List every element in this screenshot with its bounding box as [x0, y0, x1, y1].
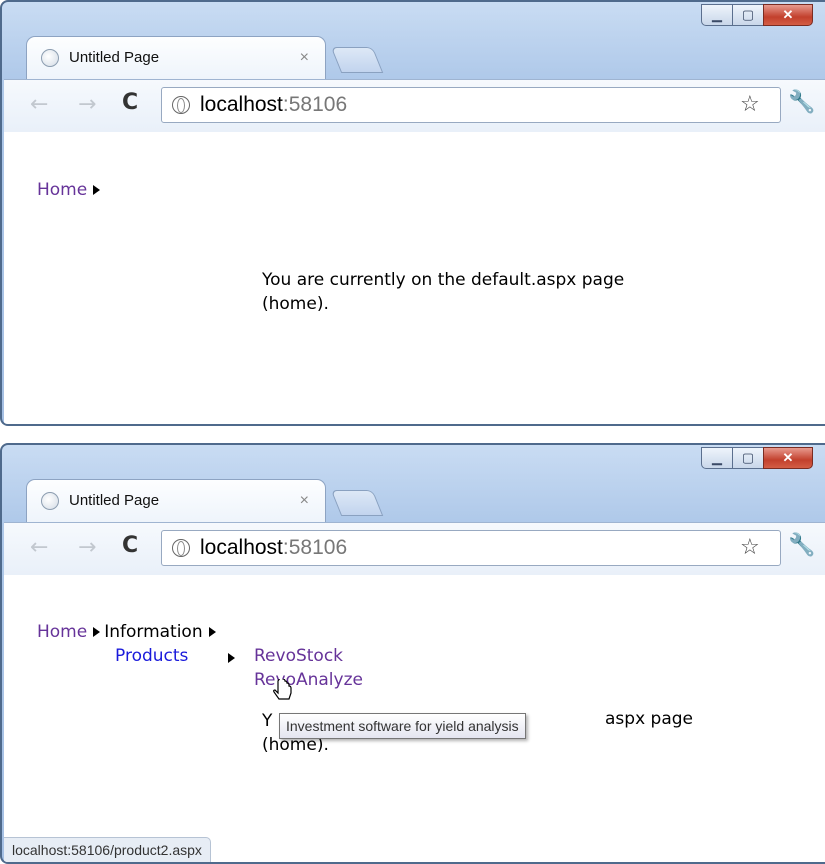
close-icon[interactable]: ✕	[763, 4, 813, 26]
window-controls: ▁ ▢ ✕	[701, 447, 813, 471]
new-tab-button[interactable]	[330, 47, 384, 73]
breadcrumb-home-link[interactable]: Home	[37, 622, 87, 642]
submenu-arrow-icon	[228, 653, 235, 663]
address-bar[interactable]: localhost:58106	[161, 530, 781, 566]
minimize-icon[interactable]: ▁	[701, 447, 733, 469]
reload-icon[interactable]: C	[122, 533, 138, 558]
menu-products[interactable]: Products	[115, 646, 188, 666]
hand-cursor-icon	[273, 679, 292, 700]
reload-icon[interactable]: C	[122, 90, 138, 115]
back-arrow-icon[interactable]: ←	[30, 535, 48, 560]
menu-information[interactable]: Information	[104, 622, 202, 642]
breadcrumb-home-link[interactable]: Home	[37, 180, 87, 200]
browser-toolbar: ← → C localhost:58106 ☆ 🔧	[4, 79, 825, 133]
maximize-icon[interactable]: ▢	[732, 4, 764, 26]
message-line-1-end: aspx page	[605, 709, 693, 729]
window-controls: ▁ ▢ ✕	[701, 4, 813, 28]
submenu-item-revostock[interactable]: RevoStock	[254, 646, 343, 666]
breadcrumb-arrow-icon	[93, 185, 101, 195]
breadcrumb: Home Information	[37, 622, 220, 642]
browser-window-2: ▁ ▢ ✕ Untitled Page × ← → C localhost:58…	[0, 443, 825, 864]
browser-window-1: ▁ ▢ ✕ Untitled Page × ← → C localhost:58…	[0, 0, 825, 426]
tab-untitled-page[interactable]: Untitled Page ×	[26, 36, 326, 80]
tab-close-icon[interactable]: ×	[300, 492, 309, 510]
status-bar-url: localhost:58106/product2.aspx	[4, 837, 211, 862]
window-frame: ▁ ▢ ✕ Untitled Page × ← → C localhost:58…	[0, 443, 825, 864]
bookmark-star-icon[interactable]: ☆	[740, 92, 760, 117]
close-icon[interactable]: ✕	[763, 447, 813, 469]
menu-arrow-icon	[208, 627, 216, 637]
page-message: You are currently on the default.aspx pa…	[262, 268, 624, 316]
page-icon	[41, 49, 59, 67]
tab-title: Untitled Page	[69, 49, 160, 66]
forward-arrow-icon[interactable]: →	[78, 92, 96, 117]
breadcrumb: Home	[37, 180, 104, 200]
tab-title: Untitled Page	[69, 492, 160, 509]
maximize-icon[interactable]: ▢	[732, 447, 764, 469]
page-icon	[41, 492, 59, 510]
message-line-1: You are currently on the default.aspx pa…	[262, 270, 625, 290]
new-tab-button[interactable]	[330, 490, 384, 516]
breadcrumb-arrow-icon	[93, 627, 101, 637]
page-content: Home You are currently on the default.as…	[4, 132, 825, 424]
message-line-2: (home).	[262, 294, 329, 314]
minimize-icon[interactable]: ▁	[701, 4, 733, 26]
forward-arrow-icon[interactable]: →	[78, 535, 96, 560]
message-line-1-start: Y	[262, 711, 273, 731]
globe-icon	[172, 96, 190, 114]
wrench-menu-icon[interactable]: 🔧	[788, 90, 815, 115]
bookmark-star-icon[interactable]: ☆	[740, 535, 760, 560]
submenu-item-revoanalyze[interactable]: RevoAnalyze	[254, 670, 363, 690]
back-arrow-icon[interactable]: ←	[30, 92, 48, 117]
address-bar[interactable]: localhost:58106	[161, 87, 781, 123]
tooltip: Investment software for yield analysis	[279, 713, 526, 739]
url-text: localhost:58106	[200, 536, 348, 559]
wrench-menu-icon[interactable]: 🔧	[788, 533, 815, 558]
url-text: localhost:58106	[200, 93, 348, 116]
page-content: Home Information Products RevoStock RevoA…	[4, 575, 825, 862]
tab-untitled-page[interactable]: Untitled Page ×	[26, 479, 326, 523]
globe-icon	[172, 539, 190, 557]
tab-close-icon[interactable]: ×	[300, 49, 309, 67]
browser-toolbar: ← → C localhost:58106 ☆ 🔧	[4, 522, 825, 576]
window-frame: ▁ ▢ ✕ Untitled Page × ← → C localhost:58…	[0, 0, 825, 426]
